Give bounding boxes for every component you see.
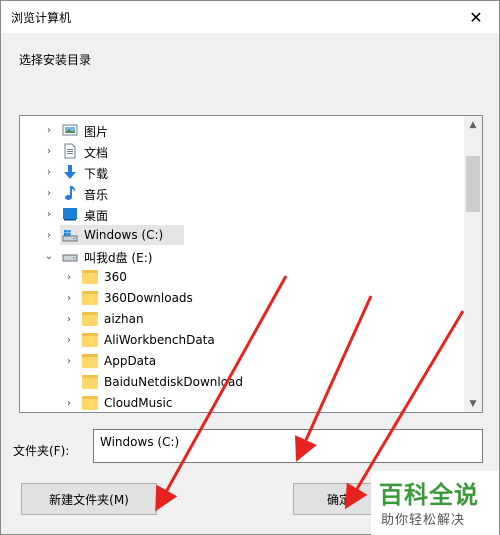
folder-tree[interactable]: › 图片 › 文档 › 下载 › 音乐 › 桌面 › Windows (C:) …	[19, 115, 483, 413]
tree-item-desktop[interactable]: › 桌面	[20, 204, 464, 224]
tree-item-pictures[interactable]: › 图片	[20, 120, 464, 140]
close-button[interactable]: ✕	[453, 1, 499, 33]
tree-item-label: 文档	[84, 146, 109, 160]
scrollbar-thumb[interactable]	[466, 156, 480, 212]
tree-item-windows-c[interactable]: › Windows (C:)	[20, 225, 464, 245]
tree-item-folder[interactable]: › CloudMusic	[20, 393, 464, 412]
tree-item-label: 叫我d盘 (E:)	[84, 251, 153, 265]
tree-item-label: BaiduNetdiskDownload	[104, 375, 244, 389]
chevron-right-icon[interactable]: ›	[42, 204, 56, 224]
folder-icon	[82, 354, 98, 368]
windows-drive-icon	[62, 227, 78, 243]
close-icon: ✕	[469, 7, 483, 27]
tree-item-label: AppData	[104, 354, 157, 368]
tree-item-drive-e[interactable]: ⌄ 叫我d盘 (E:)	[20, 246, 464, 266]
chevron-down-icon[interactable]: ⌄	[42, 246, 56, 266]
watermark-tagline: 助你轻松解决	[381, 513, 466, 528]
folder-icon	[82, 333, 98, 347]
folder-field-label: 文件夹(F):	[13, 444, 70, 458]
tree-item-label: 桌面	[84, 209, 109, 223]
watermark-logo-text: 百科全说	[379, 481, 479, 509]
window-title: 浏览计算机	[11, 11, 72, 25]
chevron-right-icon[interactable]: ›	[42, 162, 56, 182]
desktop-icon	[62, 206, 78, 222]
tree-item-folder[interactable]: › AliWorkbenchData	[20, 330, 464, 350]
pictures-icon	[62, 122, 78, 138]
folder-icon	[82, 270, 98, 284]
tree-item-music[interactable]: › 音乐	[20, 183, 464, 203]
chevron-right-icon[interactable]: ›	[42, 225, 56, 245]
downloads-icon	[62, 164, 78, 180]
scroll-down-button[interactable]: ▼	[464, 395, 482, 412]
chevron-down-icon: ▼	[469, 398, 477, 409]
chevron-right-icon[interactable]: ›	[62, 330, 76, 350]
folder-input[interactable]: Windows (C:)	[93, 429, 483, 463]
chevron-right-icon[interactable]: ›	[42, 120, 56, 140]
tree-item-folder[interactable]: › 360	[20, 267, 464, 287]
tree-item-label: AliWorkbenchData	[104, 333, 215, 347]
new-folder-button[interactable]: 新建文件夹(M)	[21, 483, 157, 515]
tree-item-folder[interactable]: › 360Downloads	[20, 288, 464, 308]
folder-icon	[82, 375, 98, 389]
folder-tree-list: › 图片 › 文档 › 下载 › 音乐 › 桌面 › Windows (C:) …	[20, 118, 464, 412]
chevron-right-icon[interactable]: ›	[62, 288, 76, 308]
chevron-right-icon[interactable]: ›	[62, 393, 76, 412]
folder-icon	[82, 312, 98, 326]
title-bar: 浏览计算机 ✕	[1, 1, 499, 33]
tree-item-folder[interactable]: BaiduNetdiskDownload	[20, 372, 464, 392]
dialog-prompt: 选择安装目录	[19, 53, 92, 67]
tree-item-label: 360	[104, 270, 127, 284]
tree-item-label: aizhan	[104, 312, 144, 326]
tree-item-label: 图片	[84, 125, 109, 139]
documents-icon	[62, 143, 78, 159]
tree-item-label: 音乐	[84, 188, 109, 202]
folder-icon	[82, 396, 98, 410]
tree-item-folder[interactable]: › aizhan	[20, 309, 464, 329]
tree-item-label: CloudMusic	[104, 396, 173, 410]
tree-item-label: 360Downloads	[104, 291, 193, 305]
chevron-right-icon[interactable]: ›	[62, 309, 76, 329]
folder-icon	[82, 291, 98, 305]
tree-item-label: 下载	[84, 167, 109, 181]
chevron-right-icon[interactable]: ›	[42, 183, 56, 203]
chevron-up-icon: ▲	[469, 119, 477, 130]
chevron-right-icon[interactable]: ›	[62, 351, 76, 371]
chevron-right-icon[interactable]: ›	[42, 141, 56, 161]
music-icon	[62, 185, 78, 201]
tree-item-folder[interactable]: › AppData	[20, 351, 464, 371]
vertical-scrollbar[interactable]: ▲ ▼	[464, 116, 482, 412]
tree-item-downloads[interactable]: › 下载	[20, 162, 464, 182]
watermark: 百科全说 助你轻松解决	[371, 471, 499, 535]
drive-icon	[62, 248, 78, 264]
scroll-up-button[interactable]: ▲	[464, 116, 482, 133]
chevron-right-icon[interactable]: ›	[62, 267, 76, 287]
browse-dialog: 浏览计算机 ✕ 选择安装目录 › 图片 › 文档 › 下载 › 音乐 › 桌面 …	[0, 0, 500, 535]
tree-item-label: Windows (C:)	[84, 228, 164, 242]
tree-item-documents[interactable]: › 文档	[20, 141, 464, 161]
